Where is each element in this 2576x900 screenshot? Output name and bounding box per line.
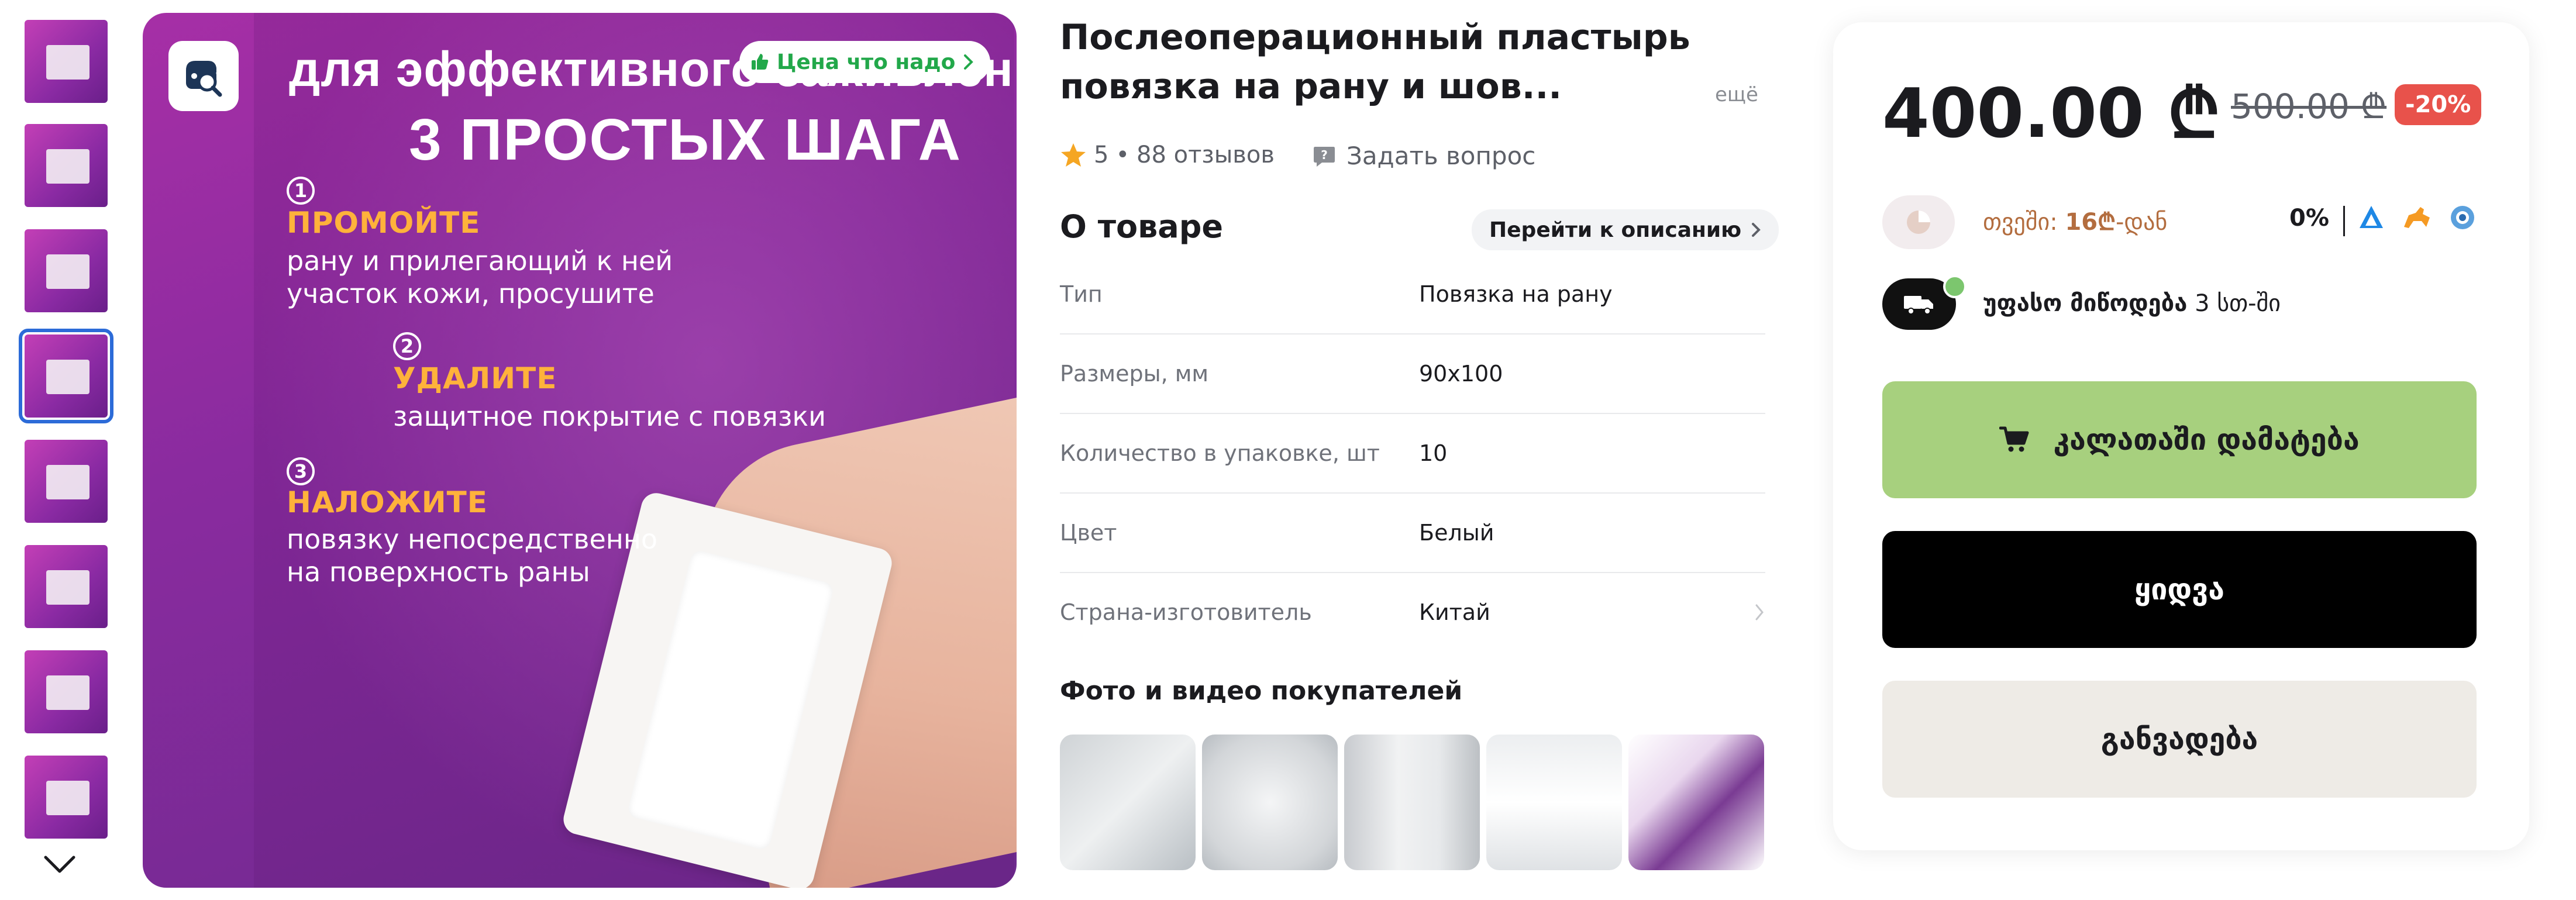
step-heading: УДАЛИТЕ: [393, 361, 557, 395]
thumbnail[interactable]: [25, 20, 108, 103]
customer-photo[interactable]: [1202, 735, 1338, 870]
customer-photo[interactable]: [1486, 735, 1622, 870]
spec-value: Китай: [1419, 599, 1490, 625]
bank-logo-triangle-icon: [2360, 206, 2383, 228]
current-price: 400.00 ₾: [1882, 74, 2220, 153]
installment-icon: [1882, 195, 1955, 249]
ask-question-link[interactable]: ? Задать вопрос: [1311, 142, 1535, 170]
more-link[interactable]: ещё: [1715, 83, 1758, 106]
spec-table: Тип Повязка на рану Размеры, мм 90x100 К…: [1060, 255, 1765, 651]
spec-key: Цвет: [1060, 520, 1117, 546]
chevron-down-icon[interactable]: [42, 847, 77, 882]
spec-key: Страна-изготовитель: [1060, 599, 1312, 625]
buy-now-button[interactable]: ყიდვა: [1882, 531, 2477, 648]
step-number: 3: [287, 457, 315, 485]
rating-summary[interactable]: 5 • 88 отзывов: [1060, 142, 1275, 168]
image-subheadline: 3 ПРОСТЫХ ШАГА: [409, 107, 962, 173]
thumbnail[interactable]: [25, 229, 108, 312]
about-title: О товаре: [1060, 208, 1223, 245]
step-text: участок кожи, просушите: [287, 278, 655, 309]
image-search-button[interactable]: [168, 41, 239, 111]
question-chat-icon: ?: [1314, 146, 1335, 167]
spec-row: Тип Повязка на рану: [1060, 255, 1765, 335]
thumbnail[interactable]: [25, 756, 108, 839]
step-number: 1: [287, 177, 315, 205]
step-text: повязку непосредственно: [287, 523, 658, 555]
cart-icon: [1999, 426, 2029, 452]
spec-key: Количество в упаковке, шт: [1060, 440, 1380, 466]
spec-value: 10: [1419, 440, 1448, 466]
delivery-info: უფასო მიწოდება 3 სთ-ში: [1983, 290, 2281, 317]
go-to-description-label: Перейти к описанию: [1489, 218, 1742, 242]
step-number: 2: [393, 332, 421, 360]
chevron-right-icon: [964, 54, 974, 70]
customer-photo[interactable]: [1344, 735, 1480, 870]
pie-chart-icon: [1907, 211, 1930, 234]
chevron-right-icon: [1755, 604, 1764, 620]
go-to-description-button[interactable]: Перейти к описанию: [1472, 209, 1779, 250]
step-text: на поверхность раны: [287, 556, 590, 588]
installments-label: განვადება: [2100, 722, 2258, 756]
spec-row: Количество в упаковке, шт 10: [1060, 414, 1765, 494]
buy-now-label: ყიდვა: [2134, 573, 2224, 606]
spec-row: Цвет Белый: [1060, 494, 1765, 573]
svg-text:?: ?: [1321, 148, 1328, 162]
add-to-cart-button[interactable]: კალათაში დამატება: [1882, 381, 2477, 498]
star-icon: [1061, 143, 1086, 167]
bank-logos: [2357, 204, 2477, 232]
spec-value: Белый: [1419, 520, 1494, 546]
old-price: 500.00 ₾: [2231, 87, 2387, 126]
step-text: рану и прилегающий к ней: [287, 245, 673, 277]
installment-percent: 0%: [2289, 205, 2329, 232]
reviews-count: 88 отзывов: [1137, 142, 1275, 168]
main-product-image[interactable]: для эффективного заживления 3 ПРОСТЫХ ША…: [143, 13, 1017, 888]
installments-button[interactable]: განვადება: [1882, 681, 2477, 798]
product-title: Послеоперационный пластырь повязка на ра…: [1060, 17, 1690, 107]
bank-logo-globe-icon: [2451, 206, 2474, 229]
thumbnail[interactable]: [25, 650, 108, 733]
step-text: защитное покрытие с повязки: [393, 401, 826, 432]
spec-key: Тип: [1060, 281, 1103, 307]
spec-value: 90x100: [1419, 361, 1503, 387]
customer-media-title: Фото и видео покупателей: [1060, 676, 1463, 706]
spec-value: Повязка на рану: [1419, 281, 1613, 307]
step-heading: ПРОМОЙТЕ: [287, 206, 481, 240]
spec-key: Размеры, мм: [1060, 361, 1209, 387]
thumbnail-selected[interactable]: [19, 329, 113, 423]
installment-info: თვეში: 16₾-დან: [1983, 209, 2168, 236]
ask-question-label: Задать вопрос: [1346, 142, 1536, 170]
thumbnail[interactable]: [25, 124, 108, 207]
divider: [2343, 206, 2345, 236]
chevron-right-icon: [1752, 223, 1761, 237]
bank-logo-horse-icon: [2404, 207, 2430, 228]
spec-row-country[interactable]: Страна-изготовитель Китай: [1060, 573, 1765, 651]
discount-badge: -20%: [2395, 84, 2482, 125]
good-price-label: Цена что надо: [777, 50, 956, 74]
thumbnail[interactable]: [25, 545, 108, 628]
rating-separator: •: [1115, 142, 1130, 168]
good-price-badge[interactable]: Цена что надо: [739, 41, 991, 83]
image-search-icon: [186, 61, 222, 97]
customer-photo[interactable]: [1060, 735, 1196, 870]
step-heading: НАЛОЖИТЕ: [287, 485, 488, 519]
thumbs-up-icon: [752, 54, 769, 70]
add-to-cart-label: კალათაში დამატება: [2053, 423, 2360, 457]
customer-photo[interactable]: [1628, 735, 1764, 870]
status-dot: [1943, 275, 1967, 298]
rating-value: 5: [1094, 142, 1109, 168]
thumbnail[interactable]: [25, 440, 108, 523]
spec-row: Размеры, мм 90x100: [1060, 335, 1765, 414]
